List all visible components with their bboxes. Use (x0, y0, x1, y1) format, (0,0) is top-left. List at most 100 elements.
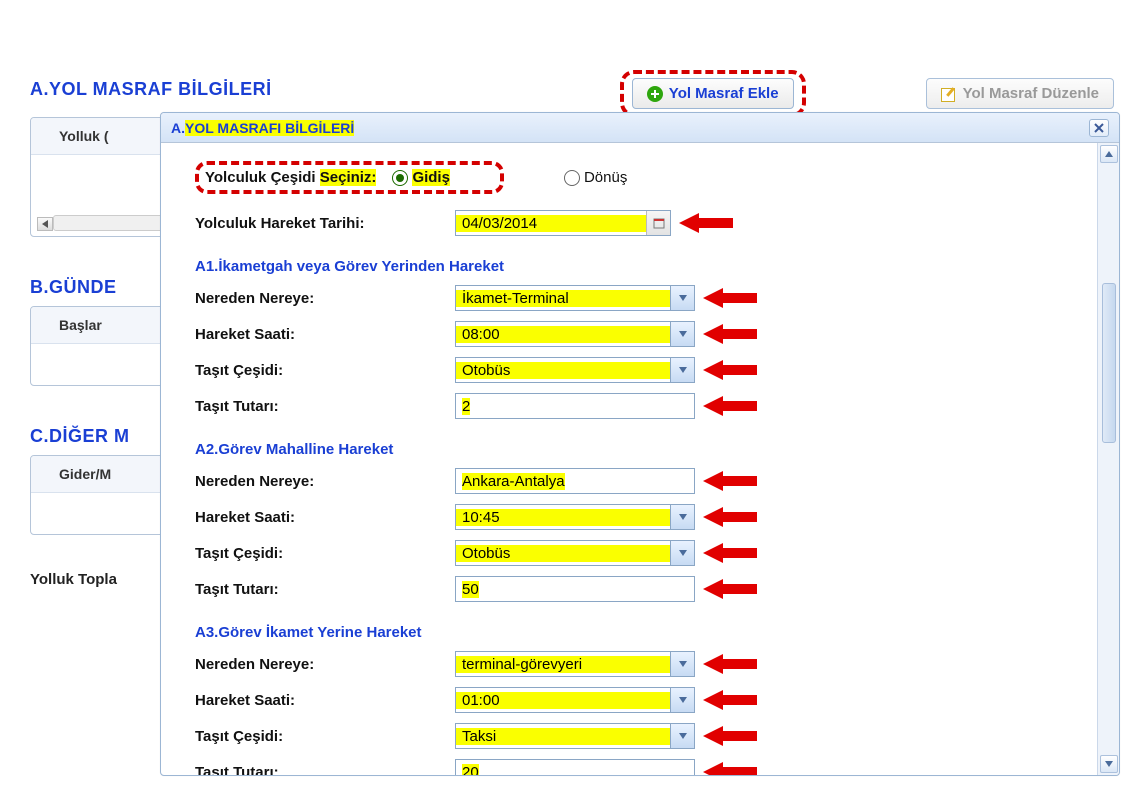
highlight-trip-type: Yolculuk Çeşidi Seçiniz: Gidiş (195, 161, 504, 194)
a3-header: A3.Görev İkamet Yerine Hareket (195, 624, 1057, 641)
arrow-indicator (703, 762, 757, 775)
a2-amount-input[interactable]: 50 (455, 576, 695, 602)
radio-icon (564, 170, 580, 186)
arrow-indicator (703, 654, 757, 674)
arrow-indicator (703, 396, 757, 416)
dropdown-button[interactable] (670, 505, 694, 529)
chevron-down-icon (679, 550, 687, 556)
add-expense-label: Yol Masraf Ekle (669, 85, 779, 102)
chevron-down-icon (679, 514, 687, 520)
edit-expense-label: Yol Masraf Düzenle (963, 85, 1099, 102)
a2-amount-label: Taşıt Tutarı: (195, 581, 455, 598)
a1-time-select[interactable]: 08:00 (455, 321, 695, 347)
scroll-up-button[interactable] (1100, 145, 1118, 163)
chevron-down-icon (679, 367, 687, 373)
a3-from-to-value: terminal-görevyeri (456, 656, 670, 673)
arrow-indicator (703, 690, 757, 710)
a2-from-to-input[interactable]: Ankara-Antalya (455, 468, 695, 494)
a3-time-label: Hareket Saati: (195, 692, 455, 709)
travel-date-value: 04/03/2014 (456, 215, 646, 232)
chevron-down-icon (1105, 761, 1113, 767)
radio-donus[interactable]: Dönüş (564, 169, 627, 186)
a3-vehicle-select[interactable]: Taksi (455, 723, 695, 749)
a2-vehicle-select[interactable]: Otobüs (455, 540, 695, 566)
arrow-indicator (703, 324, 757, 344)
dropdown-button[interactable] (670, 322, 694, 346)
travel-date-label: Yolculuk Hareket Tarihi: (195, 215, 455, 232)
calendar-icon (653, 217, 665, 229)
modal-close-button[interactable] (1089, 119, 1109, 137)
a1-amount-input[interactable]: 2 (455, 393, 695, 419)
a1-from-to-label: Nereden Nereye: (195, 290, 455, 307)
dropdown-button[interactable] (670, 286, 694, 310)
a3-amount-value: 20 (462, 764, 479, 776)
close-icon (1094, 123, 1104, 133)
plus-icon (647, 86, 663, 102)
a3-amount-input[interactable]: 20 (455, 759, 695, 775)
arrow-indicator (703, 507, 757, 527)
arrow-indicator (703, 543, 757, 563)
scrollbar-thumb[interactable] (1102, 283, 1116, 443)
a1-vehicle-value: Otobüs (456, 362, 670, 379)
chevron-up-icon (1105, 151, 1113, 157)
a2-amount-value: 50 (462, 581, 479, 598)
highlight-add-button: Yol Masraf Ekle (620, 70, 806, 117)
a3-from-to-label: Nereden Nereye: (195, 656, 455, 673)
add-expense-button[interactable]: Yol Masraf Ekle (632, 78, 794, 109)
section-a-header: A.YOL MASRAF BİLGİLERİ (30, 79, 272, 100)
a1-time-value: 08:00 (456, 326, 670, 343)
dropdown-button[interactable] (670, 541, 694, 565)
dropdown-button[interactable] (670, 688, 694, 712)
arrow-indicator (679, 213, 733, 233)
a3-vehicle-value: Taksi (456, 728, 670, 745)
scroll-down-button[interactable] (1100, 755, 1118, 773)
a2-from-to-value: Ankara-Antalya (462, 473, 565, 490)
a3-time-value: 01:00 (456, 692, 670, 709)
arrow-indicator (703, 360, 757, 380)
arrow-indicator (703, 726, 757, 746)
expense-modal: A.YOL MASRAFI BİLGİLERİ Yolculuk Çeşidi … (160, 112, 1120, 776)
calendar-button[interactable] (646, 211, 670, 235)
dropdown-button[interactable] (670, 724, 694, 748)
a2-time-select[interactable]: 10:45 (455, 504, 695, 530)
a1-vehicle-label: Taşıt Çeşidi: (195, 362, 455, 379)
modal-titlebar: A.YOL MASRAFI BİLGİLERİ (161, 113, 1119, 143)
dropdown-button[interactable] (670, 358, 694, 382)
a2-time-value: 10:45 (456, 509, 670, 526)
a3-amount-label: Taşıt Tutarı: (195, 764, 455, 776)
a1-vehicle-select[interactable]: Otobüs (455, 357, 695, 383)
a3-from-to-select[interactable]: terminal-görevyeri (455, 651, 695, 677)
a1-header: A1.İkametgah veya Görev Yerinden Hareket (195, 258, 1057, 275)
radio-donus-label: Dönüş (584, 169, 627, 186)
modal-title: A.YOL MASRAFI BİLGİLERİ (171, 120, 354, 136)
chevron-down-icon (679, 733, 687, 739)
modal-vertical-scrollbar[interactable] (1097, 143, 1119, 775)
edit-icon (941, 86, 957, 102)
radio-icon (392, 170, 408, 186)
a1-amount-value: 2 (462, 398, 470, 415)
chevron-down-icon (679, 331, 687, 337)
chevron-down-icon (679, 697, 687, 703)
a2-from-to-label: Nereden Nereye: (195, 473, 455, 490)
a3-time-select[interactable]: 01:00 (455, 687, 695, 713)
chevron-down-icon (679, 661, 687, 667)
chevron-down-icon (679, 295, 687, 301)
arrow-indicator (703, 471, 757, 491)
edit-expense-button[interactable]: Yol Masraf Düzenle (926, 78, 1114, 109)
travel-date-input[interactable]: 04/03/2014 (455, 210, 671, 236)
a1-from-to-select[interactable]: İkamet-Terminal (455, 285, 695, 311)
arrow-indicator (703, 288, 757, 308)
a1-amount-label: Taşıt Tutarı: (195, 398, 455, 415)
a1-time-label: Hareket Saati: (195, 326, 455, 343)
a2-header: A2.Görev Mahalline Hareket (195, 441, 1057, 458)
a1-from-to-value: İkamet-Terminal (456, 290, 670, 307)
a2-vehicle-value: Otobüs (456, 545, 670, 562)
radio-gidis[interactable]: Gidiş (392, 169, 450, 186)
radio-gidis-label: Gidiş (412, 169, 450, 186)
a3-vehicle-label: Taşıt Çeşidi: (195, 728, 455, 745)
dropdown-button[interactable] (670, 652, 694, 676)
trip-type-label: Yolculuk Çeşidi Seçiniz: (205, 169, 376, 186)
a2-vehicle-label: Taşıt Çeşidi: (195, 545, 455, 562)
scroll-left-button[interactable] (37, 217, 53, 231)
arrow-indicator (703, 579, 757, 599)
